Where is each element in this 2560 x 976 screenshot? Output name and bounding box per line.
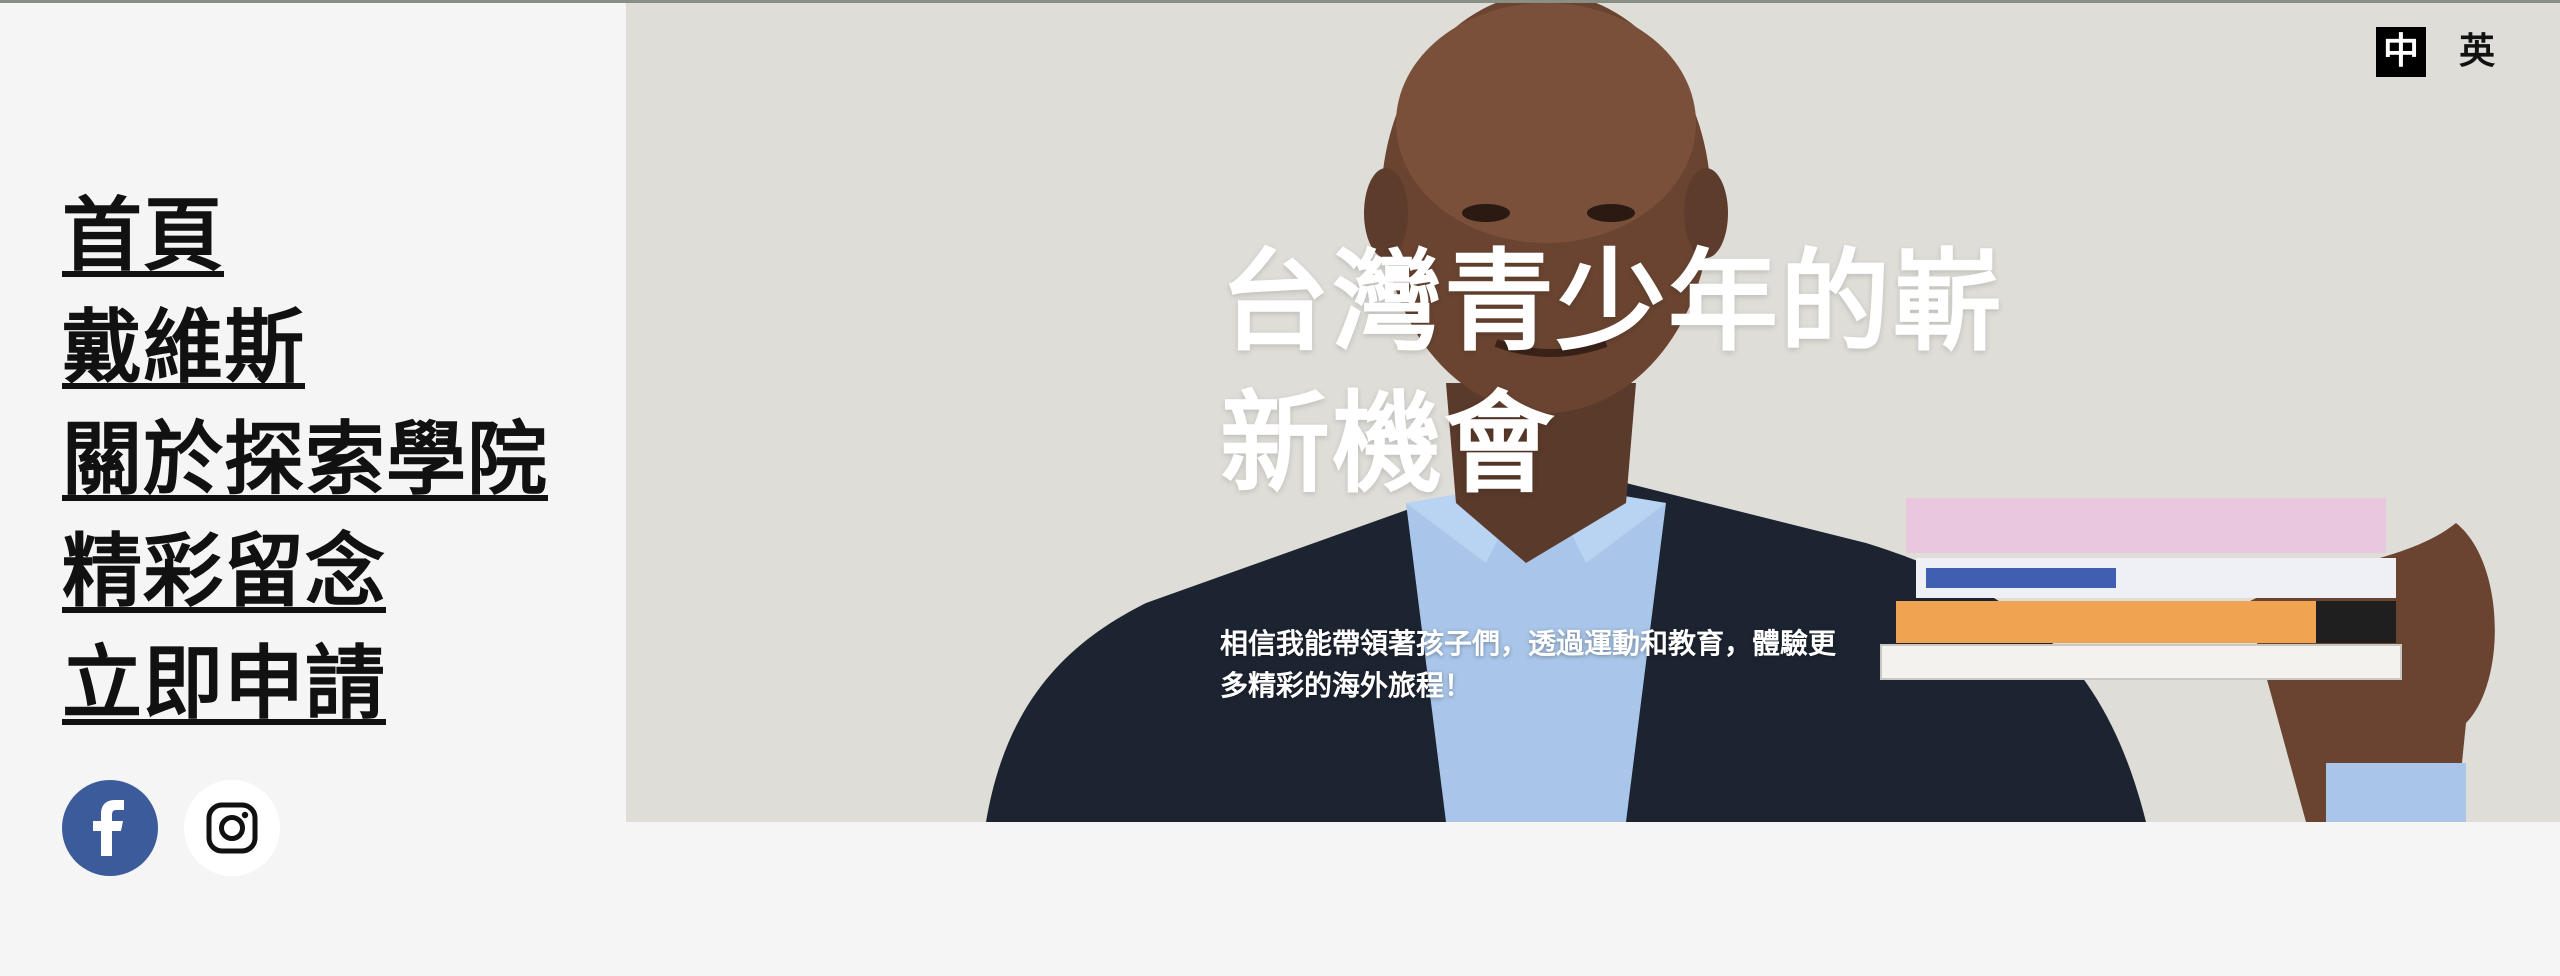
main-navigation: 首頁 戴維斯 關於探索學院 精彩留念 立即申請: [62, 180, 622, 740]
hero-subtext: 相信我能帶領著孩子們，透過運動和教育，體驗更多精彩的海外旅程！: [1220, 627, 1837, 702]
page: 首頁 戴維斯 關於探索學院 精彩留念 立即申請 中 英 台灣青少年的嶄新機會 相…: [0, 0, 2560, 976]
language-option-zh[interactable]: 中: [2376, 27, 2426, 77]
facebook-icon: [93, 800, 124, 856]
language-option-en[interactable]: 英: [2452, 27, 2502, 77]
social-links: [62, 780, 280, 876]
nav-item-davis[interactable]: 戴維斯: [62, 292, 622, 404]
nav-item-apply[interactable]: 立即申請: [62, 628, 622, 740]
facebook-button[interactable]: [62, 780, 158, 876]
hero-banner: 中 英 台灣青少年的嶄新機會 相信我能帶領著孩子們，透過運動和教育，體驗更多精彩…: [626, 3, 2560, 822]
instagram-icon: [206, 802, 258, 854]
nav-item-home[interactable]: 首頁: [62, 180, 622, 292]
instagram-button[interactable]: [184, 780, 280, 876]
nav-item-about[interactable]: 關於探索學院: [62, 404, 622, 516]
hero-headline: 台灣青少年的嶄新機會: [1220, 238, 2004, 508]
language-switcher: 中 英: [2376, 27, 2502, 77]
nav-item-gallery[interactable]: 精彩留念: [62, 516, 622, 628]
